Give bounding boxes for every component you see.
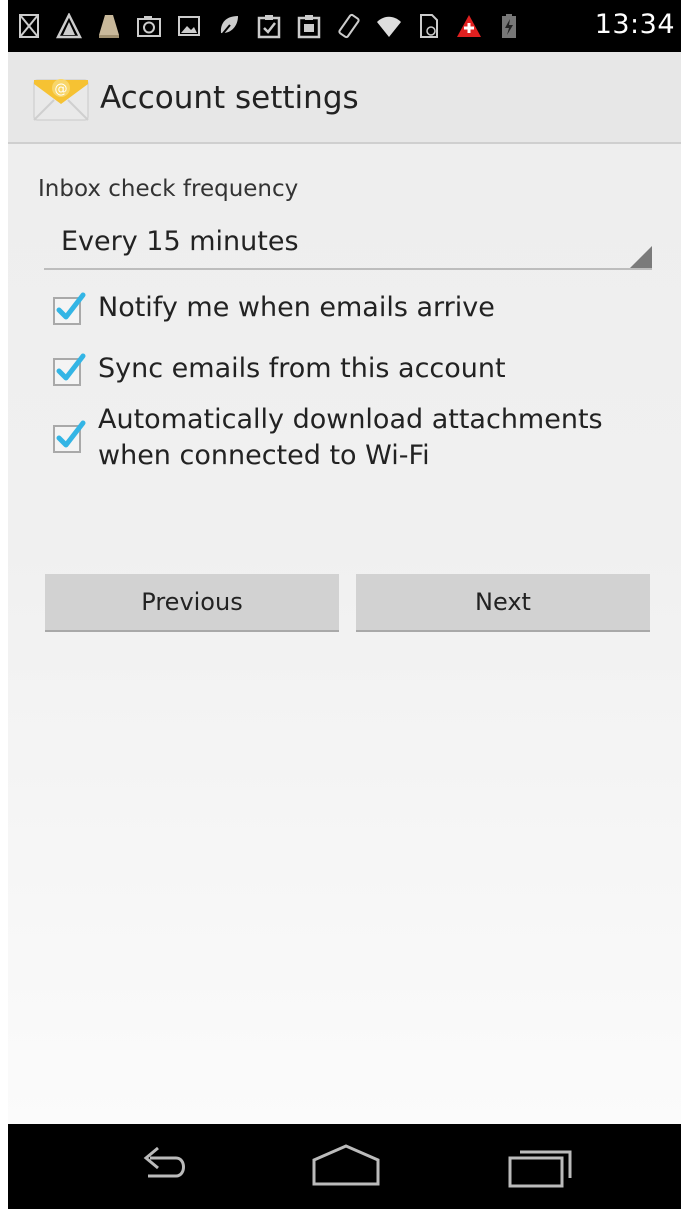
sleep-hourglass-icon [16, 11, 42, 41]
sync-checkbox[interactable] [52, 353, 86, 387]
notify-checkbox-row[interactable]: Notify me when emails arrive [52, 290, 618, 326]
status-bar: 13:34 [8, 0, 681, 52]
frequency-spinner[interactable]: Every 15 minutes [44, 218, 652, 270]
screen: 13:34 @ Account settings Inbox check fre… [8, 0, 681, 1209]
leaf-icon [216, 11, 242, 41]
sync-checkbox-label: Sync emails from this account [98, 353, 506, 384]
spinner-arrow-icon [630, 246, 652, 268]
attachments-checkbox-label: Automatically download attachments when … [98, 404, 603, 471]
status-clock: 13:34 [594, 9, 675, 40]
action-bar: @ Account settings [8, 52, 681, 144]
recents-icon [508, 1150, 572, 1188]
svg-text:@: @ [55, 82, 68, 97]
attachments-checkbox-row[interactable]: Automatically download attachments when … [52, 402, 618, 474]
adt-icon [56, 11, 82, 41]
attachments-checkbox[interactable] [52, 420, 86, 454]
wifi-icon [376, 11, 402, 41]
previous-button[interactable]: Previous [45, 574, 339, 632]
status-icons [16, 8, 522, 44]
settings-content: Inbox check frequency Every 15 minutes N… [8, 144, 681, 1124]
alert-icon [456, 11, 482, 41]
clipboard-check-icon [256, 11, 282, 41]
next-button[interactable]: Next [356, 574, 650, 632]
email-app-icon[interactable]: @ [32, 74, 90, 122]
image-icon [176, 11, 202, 41]
notify-checkbox[interactable] [52, 292, 86, 326]
notify-checkbox-label: Notify me when emails arrive [98, 292, 495, 323]
home-button[interactable] [306, 1140, 386, 1192]
frequency-value: Every 15 minutes [61, 226, 299, 257]
lamp-icon [96, 11, 122, 41]
frequency-label: Inbox check frequency [38, 176, 299, 202]
page-title: Account settings [100, 80, 359, 116]
sync-checkbox-row[interactable]: Sync emails from this account [52, 351, 618, 387]
back-button[interactable] [120, 1140, 200, 1192]
battery-charging-icon [496, 11, 522, 41]
phone-rotate-icon [336, 11, 362, 41]
recents-button[interactable] [500, 1140, 580, 1192]
clipboard-upload-icon [296, 11, 322, 41]
sim-icon [416, 11, 442, 41]
navigation-bar [8, 1124, 681, 1209]
back-icon [143, 1146, 185, 1178]
camera-icon [136, 11, 162, 41]
home-icon [312, 1144, 380, 1186]
